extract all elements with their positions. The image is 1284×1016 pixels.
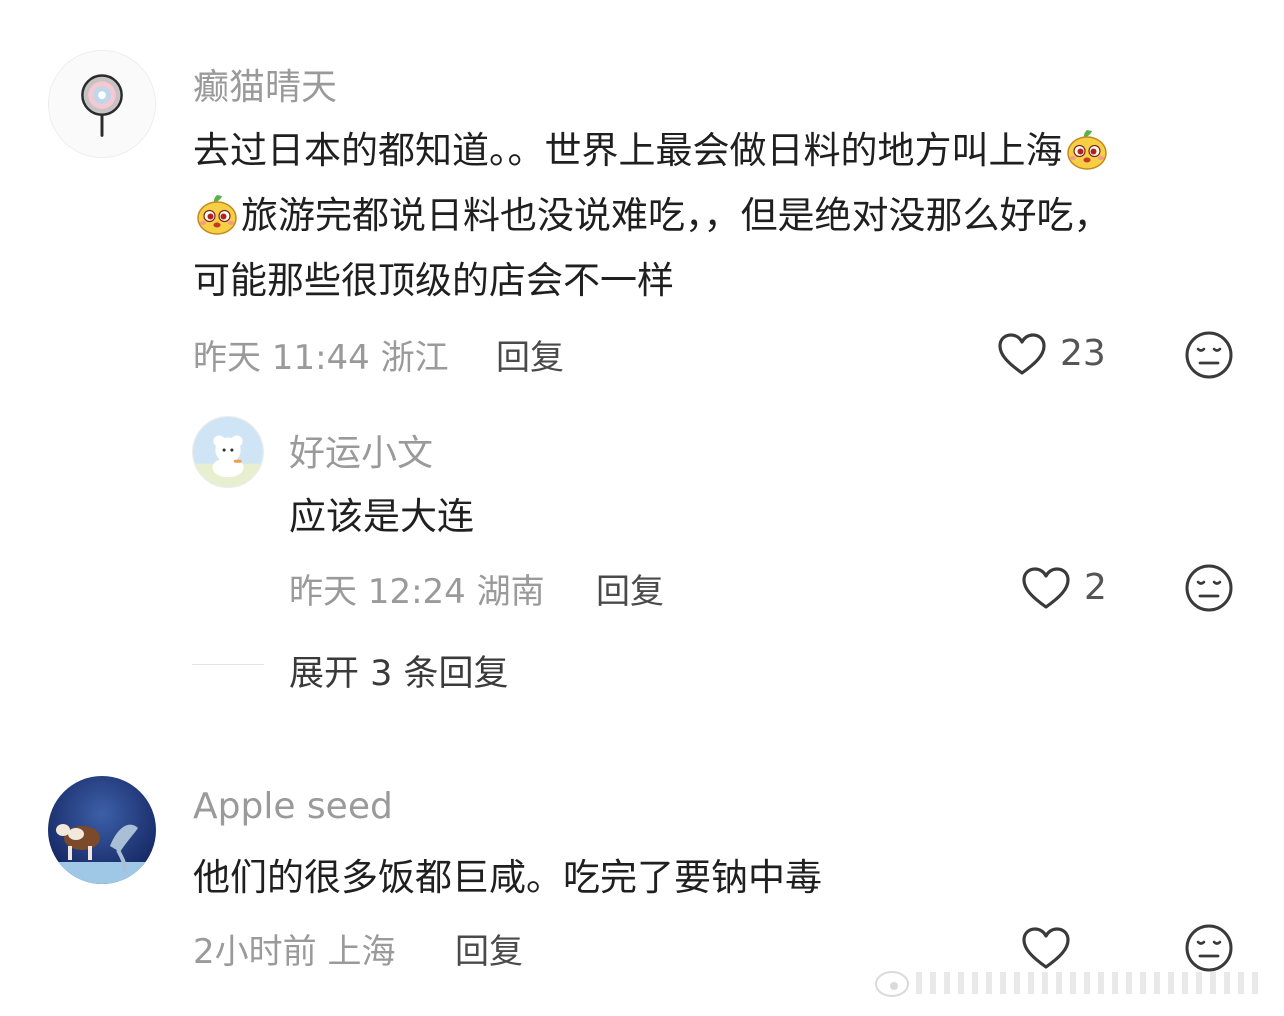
avatar[interactable] [48,776,156,884]
expand-divider [192,664,264,665]
comment-meta: 昨天 11:44 浙江 [193,338,449,378]
comment-username[interactable]: Apple seed [193,786,393,827]
mascot-emoji-icon [1065,127,1109,171]
like-count: 2 [1084,567,1107,608]
comment-body: 应该是大连 [289,495,474,538]
comment-meta: 昨天 12:24 湖南 [289,572,545,612]
avatar[interactable] [48,50,156,158]
heart-outline-icon[interactable] [1020,565,1072,611]
meh-face-icon[interactable] [1184,563,1234,613]
watermark [872,966,1272,1000]
reply-button[interactable]: 回复 [455,924,523,973]
comment-text: 去过日本的都知道。。世界上最会做日料的地方叫上海 [193,129,1063,172]
reply-button[interactable]: 回复 [596,564,664,613]
comment-username[interactable]: 好运小文 [289,424,433,476]
comment-username[interactable]: 癫猫晴天 [193,58,337,110]
comment-body: 去过日本的都知道。。世界上最会做日料的地方叫上海 旅游完都说日料也没说难吃，，但… [193,118,1253,313]
like-count: 23 [1060,333,1106,374]
heart-outline-icon[interactable] [1020,925,1072,971]
comment-body: 他们的很多饭都巨咸。吃完了要钠中毒 [193,856,822,899]
comment-text: 可能那些很顶级的店会不一样 [193,259,674,302]
heart-outline-icon[interactable] [996,331,1048,377]
meh-face-icon[interactable] [1184,330,1234,380]
expand-replies-button[interactable]: 展开 3 条回复 [289,645,509,696]
comment-text: 旅游完都说日料也没说难吃，，但是绝对没那么好吃， [241,194,1111,237]
reply-button[interactable]: 回复 [496,330,564,379]
avatar[interactable] [192,416,264,488]
mascot-emoji-icon [195,192,239,236]
comment-meta: 2小时前 上海 [193,932,396,972]
